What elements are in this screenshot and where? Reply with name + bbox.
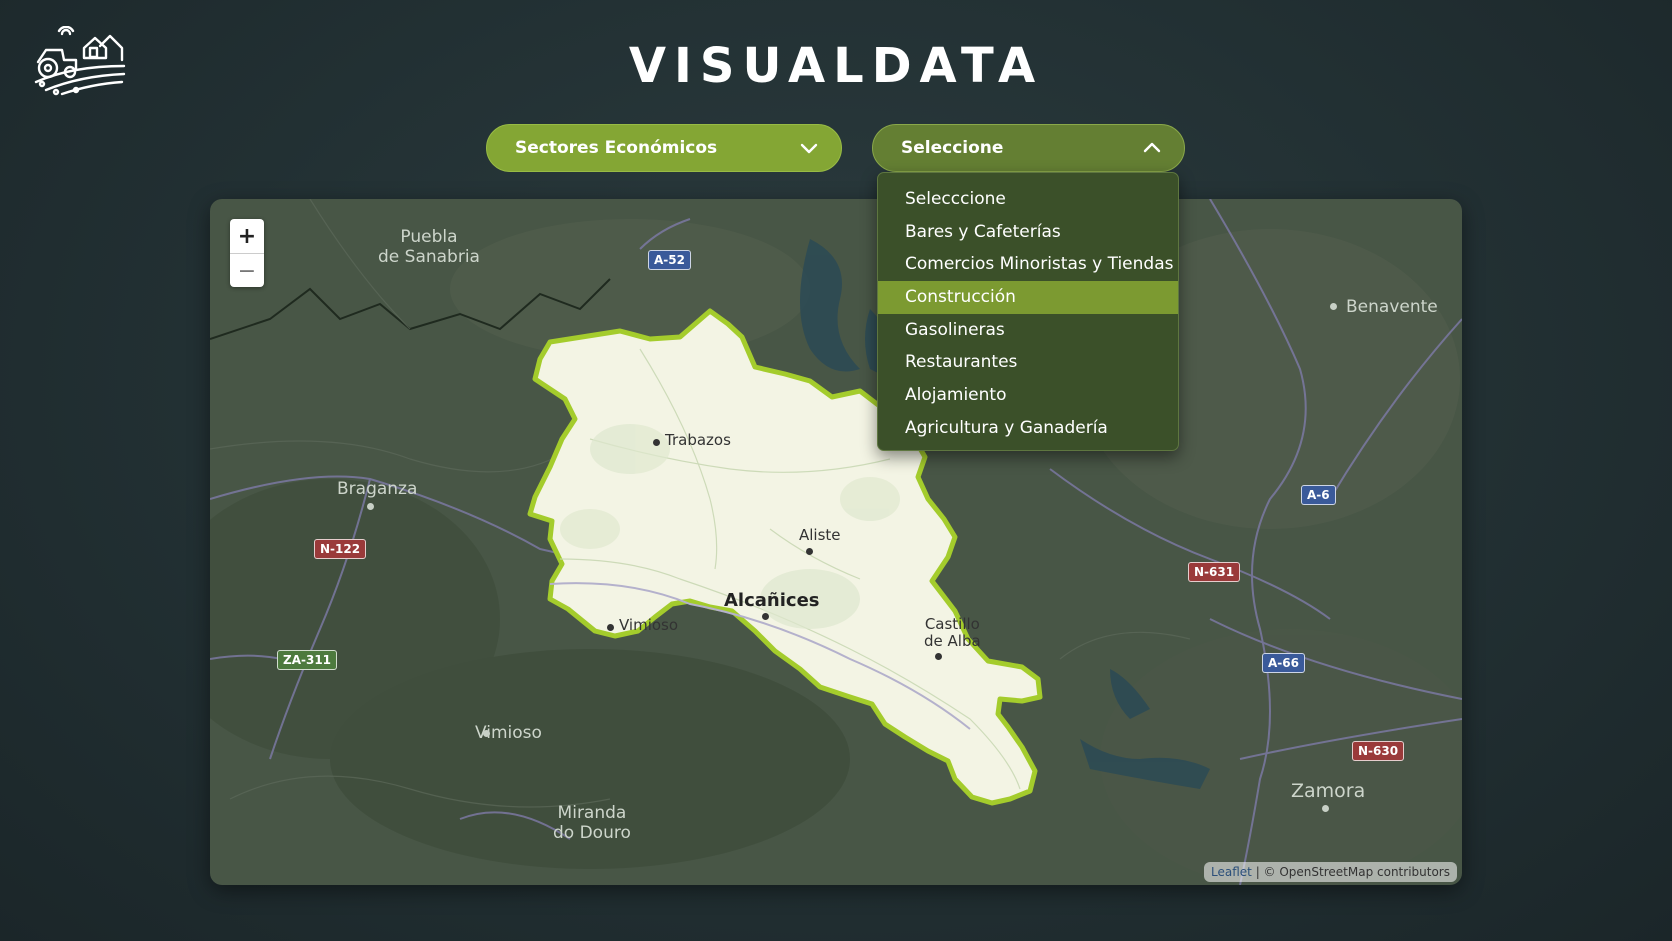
dropdown-option[interactable]: Restaurantes	[878, 346, 1178, 379]
road-shield-za311: ZA-311	[277, 650, 338, 670]
place-dot-vimioso-outer	[483, 730, 490, 737]
dropdown-option[interactable]: Agricultura y Ganadería	[878, 412, 1178, 445]
dropdown-option[interactable]: Alojamiento	[878, 379, 1178, 412]
dropdown-option-highlighted[interactable]: Construcción	[878, 281, 1178, 314]
leaflet-link[interactable]: Leaflet	[1211, 865, 1252, 879]
dropdown-option[interactable]: Selecccione	[878, 183, 1178, 216]
place-label-puebla: Puebla de Sanabria	[378, 227, 480, 267]
place-label-benavente: Benavente	[1346, 297, 1438, 317]
map-attribution: Leaflet | © OpenStreetMap contributors	[1204, 862, 1457, 882]
place-label-miranda: Miranda do Douro	[553, 803, 631, 843]
chevron-up-icon	[1143, 142, 1161, 153]
chevron-down-icon	[800, 143, 818, 154]
place-label-alcanices: Alcañices	[724, 590, 820, 611]
place-label-castillo: Castillo de Alba	[924, 616, 981, 650]
place-label-trabazos: Trabazos	[665, 431, 731, 449]
zoom-out-button[interactable]: −	[230, 254, 264, 288]
zoom-in-button[interactable]: +	[230, 219, 264, 254]
place-dot-zamora	[1322, 805, 1329, 812]
subsector-select-label: Seleccione	[901, 138, 1004, 158]
place-dot-trabazos	[653, 439, 660, 446]
place-label-puebla-line1: Puebla	[400, 227, 458, 247]
dropdown-option[interactable]: Bares y Cafeterías	[878, 216, 1178, 249]
sector-select-label: Sectores Económicos	[515, 138, 718, 158]
road-shield-n631: N-631	[1188, 562, 1241, 582]
place-label-castillo-line1: Castillo	[924, 615, 980, 633]
road-shield-n122: N-122	[314, 539, 367, 559]
road-shield-a52: A-52	[648, 250, 691, 270]
page-title: VISUALDATA	[628, 38, 1044, 94]
place-dot-castillo	[935, 653, 942, 660]
place-label-vimioso-inner: Vimioso	[619, 616, 679, 634]
dropdown-option[interactable]: Gasolineras	[878, 314, 1178, 347]
place-label-miranda-line1: Miranda	[557, 803, 627, 823]
place-dot-alcanices	[762, 613, 769, 620]
road-shield-n630: N-630	[1352, 741, 1405, 761]
place-label-braganza: Braganza	[337, 479, 418, 499]
sector-select[interactable]: Sectores Económicos	[486, 124, 842, 172]
place-label-puebla-line2: de Sanabria	[378, 247, 480, 267]
road-shield-a6: A-6	[1301, 485, 1336, 505]
place-label-zamora: Zamora	[1291, 780, 1366, 802]
place-label-castillo-line2: de Alba	[924, 632, 981, 650]
subsector-dropdown-list: Selecccione Bares y Cafeterías Comercios…	[877, 172, 1179, 451]
place-dot-braganza	[367, 503, 374, 510]
place-dot-aliste	[806, 548, 813, 555]
place-dot-vimioso-inner	[607, 624, 614, 631]
place-label-aliste: Aliste	[799, 526, 841, 544]
dropdown-option[interactable]: Comercios Minoristas y Tiendas	[878, 248, 1178, 281]
place-label-miranda-line2: do Douro	[553, 823, 631, 843]
map-container[interactable]: + − Puebla de Sanabria Braganza Vimioso …	[210, 199, 1462, 885]
road-shield-a66: A-66	[1262, 653, 1305, 673]
zoom-control: + −	[230, 219, 264, 287]
attribution-text: | © OpenStreetMap contributors	[1251, 865, 1450, 879]
place-dot-benavente	[1330, 303, 1337, 310]
subsector-select[interactable]: Seleccione	[872, 124, 1185, 172]
